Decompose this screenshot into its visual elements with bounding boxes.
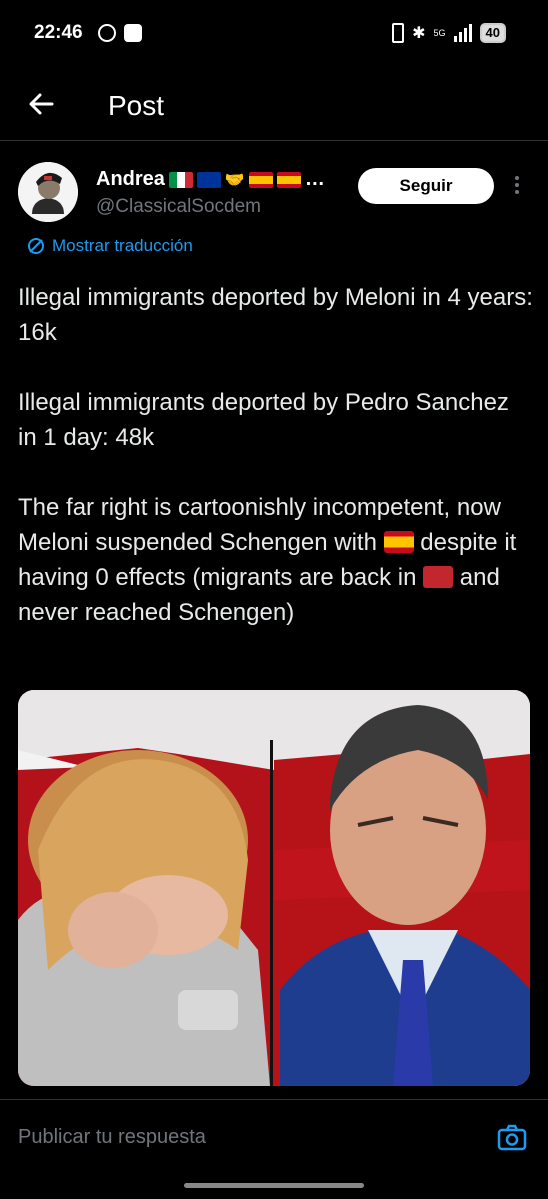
notification-app-icon bbox=[98, 24, 116, 42]
reply-input[interactable]: Publicar tu respuesta bbox=[18, 1126, 206, 1149]
status-time: 22:46 bbox=[34, 22, 83, 43]
avatar-illustration bbox=[18, 162, 78, 222]
spain-flag-emoji-icon bbox=[383, 531, 414, 553]
notification-icons bbox=[98, 24, 142, 42]
spain-flag-icon-2 bbox=[276, 171, 301, 188]
more-dot-icon bbox=[515, 183, 519, 187]
name-ellipsis: … bbox=[304, 168, 325, 190]
translate-label: Mostrar traducción bbox=[52, 236, 193, 255]
morocco-flag-emoji-icon bbox=[423, 566, 454, 588]
post-image[interactable] bbox=[18, 690, 530, 1086]
post-image-illustration bbox=[18, 690, 530, 1086]
avatar[interactable] bbox=[18, 162, 78, 222]
home-indicator[interactable] bbox=[184, 1183, 364, 1188]
network-label: 5G bbox=[433, 28, 446, 38]
camera-button[interactable] bbox=[496, 1122, 528, 1154]
post-paragraph-1: Illegal immigrants deported by Meloni in… bbox=[18, 284, 533, 346]
post-paragraph-3: The far right is cartoonishly incompeten… bbox=[18, 490, 533, 630]
italy-flag-icon bbox=[168, 171, 193, 188]
more-dot-icon bbox=[515, 176, 519, 180]
signal-icon bbox=[453, 24, 472, 42]
translate-icon bbox=[28, 238, 44, 254]
spain-flag-icon bbox=[248, 171, 273, 188]
author-name[interactable]: Andrea 🤝 … bbox=[96, 168, 325, 191]
handshake-icon: 🤝 bbox=[224, 171, 245, 189]
author-name-text: Andrea bbox=[96, 168, 165, 190]
back-button[interactable] bbox=[22, 86, 62, 122]
post-paragraph-2: Illegal immigrants deported by Pedro San… bbox=[18, 389, 509, 451]
top-app-bar: Post bbox=[0, 70, 548, 140]
more-options-button[interactable] bbox=[510, 176, 524, 200]
status-bar: 22:46 ✱ 5G 40 bbox=[0, 0, 548, 70]
vibrate-icon bbox=[392, 23, 405, 43]
more-dot-icon bbox=[515, 190, 519, 194]
arrow-left-icon bbox=[29, 93, 54, 115]
status-indicators: ✱ 5G 40 bbox=[392, 23, 506, 43]
follow-button[interactable]: Seguir bbox=[358, 168, 494, 204]
page-title: Post bbox=[108, 90, 165, 121]
post-body: Illegal immigrants deported by Meloni in… bbox=[18, 280, 533, 665]
translate-link[interactable]: Mostrar traducción bbox=[26, 236, 193, 256]
author-handle[interactable]: @ClassicalSocdem bbox=[96, 196, 261, 218]
header-divider bbox=[0, 140, 548, 141]
bluetooth-icon: ✱ bbox=[412, 25, 426, 42]
camera-icon bbox=[497, 1124, 527, 1151]
eu-flag-icon bbox=[196, 171, 221, 188]
battery-icon: 40 bbox=[479, 23, 506, 43]
notification-app-icon-2 bbox=[124, 24, 142, 42]
